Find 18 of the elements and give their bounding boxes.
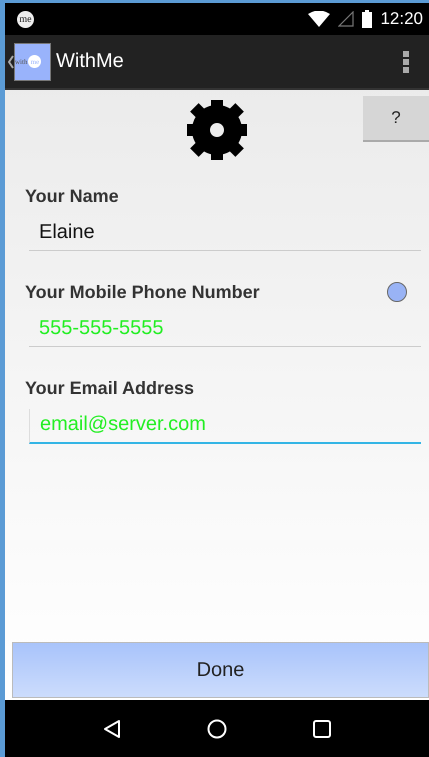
app-notification-icon: me bbox=[17, 10, 34, 28]
home-icon[interactable] bbox=[207, 718, 227, 738]
recents-icon[interactable] bbox=[313, 720, 331, 738]
status-time: 12:20 bbox=[380, 9, 423, 29]
wifi-icon bbox=[308, 11, 330, 27]
field-label: Your Mobile Phone Number bbox=[25, 282, 260, 302]
battery-icon bbox=[362, 10, 372, 28]
help-button[interactable]: ? bbox=[363, 96, 429, 142]
done-button[interactable]: Done bbox=[12, 642, 429, 698]
input-field[interactable]: Elaine bbox=[29, 217, 421, 251]
field-label: Your Name bbox=[25, 186, 119, 206]
back-icon[interactable] bbox=[103, 718, 121, 738]
field-label: Your Email Address bbox=[25, 378, 194, 398]
back-caret-icon[interactable] bbox=[8, 54, 14, 68]
overflow-menu-icon[interactable] bbox=[403, 50, 409, 72]
app-title: WithMe bbox=[56, 50, 125, 73]
signal-icon bbox=[338, 11, 354, 27]
gear-icon bbox=[187, 100, 247, 160]
